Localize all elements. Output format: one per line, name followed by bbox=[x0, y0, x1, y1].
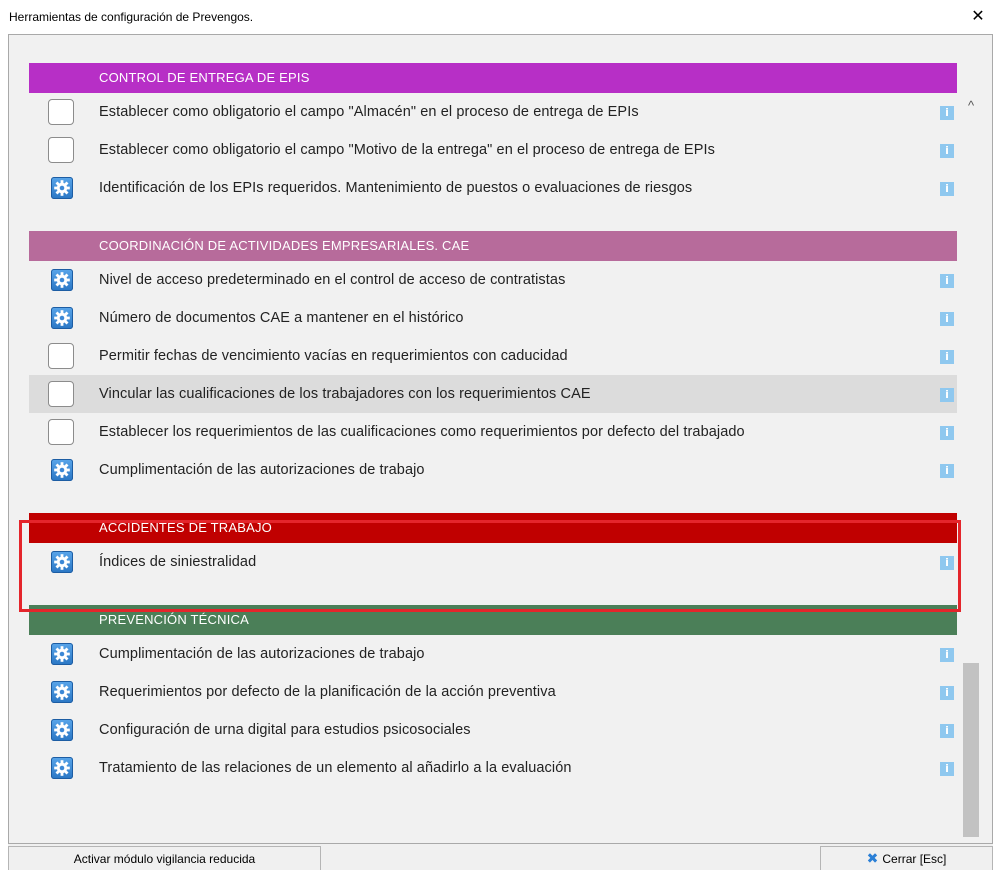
scroll-up-icon[interactable]: ^ bbox=[960, 95, 982, 117]
option-label: Índices de siniestralidad bbox=[99, 554, 257, 570]
close-icon[interactable]: ✕ bbox=[966, 6, 990, 28]
info-icon[interactable]: i bbox=[940, 762, 954, 776]
option-label: Establecer como obligatorio el campo "Al… bbox=[99, 104, 639, 120]
section: ACCIDENTES DE TRABAJO Índices de siniestr… bbox=[29, 513, 957, 581]
option-row[interactable]: Nivel de acceso predeterminado en el con… bbox=[29, 261, 957, 299]
gear-icon[interactable] bbox=[51, 269, 73, 291]
option-row[interactable]: Cumplimentación de las autorizaciones de… bbox=[29, 635, 957, 673]
info-icon[interactable]: i bbox=[940, 106, 954, 120]
option-row[interactable]: Cumplimentación de las autorizaciones de… bbox=[29, 451, 957, 489]
info-icon[interactable]: i bbox=[940, 312, 954, 326]
info-icon[interactable]: i bbox=[940, 350, 954, 364]
gear-icon[interactable] bbox=[51, 757, 73, 779]
info-icon[interactable]: i bbox=[940, 686, 954, 700]
info-icon[interactable]: i bbox=[940, 388, 954, 402]
option-row[interactable]: Establecer como obligatorio el campo "Al… bbox=[29, 93, 957, 131]
info-icon[interactable]: i bbox=[940, 144, 954, 158]
option-label: Vincular las cualificaciones de los trab… bbox=[99, 386, 591, 402]
option-label: Tratamiento de las relaciones de un elem… bbox=[99, 760, 572, 776]
cerrar-button[interactable]: ✖ Cerrar [Esc] bbox=[820, 846, 993, 870]
option-label: Identificación de los EPIs requeridos. M… bbox=[99, 180, 693, 196]
option-row[interactable]: Permitir fechas de vencimiento vacías en… bbox=[29, 337, 957, 375]
gear-icon[interactable] bbox=[51, 681, 73, 703]
option-label: Configuración de urna digital para estud… bbox=[99, 722, 471, 738]
section-header: ACCIDENTES DE TRABAJO bbox=[29, 513, 957, 543]
option-label: Establecer los requerimientos de las cua… bbox=[99, 424, 745, 440]
option-label: Establecer como obligatorio el campo "Mo… bbox=[99, 142, 715, 158]
option-row[interactable]: Vincular las cualificaciones de los trab… bbox=[29, 375, 957, 413]
scrollbar[interactable]: ^ v bbox=[960, 95, 982, 843]
gear-icon[interactable] bbox=[51, 643, 73, 665]
option-label: Requerimientos por defecto de la planifi… bbox=[99, 684, 556, 700]
info-icon[interactable]: i bbox=[940, 464, 954, 478]
option-label: Permitir fechas de vencimiento vacías en… bbox=[99, 348, 568, 364]
option-checkbox[interactable] bbox=[48, 343, 74, 369]
option-row[interactable]: Establecer como obligatorio el campo "Mo… bbox=[29, 131, 957, 169]
config-panel: CONTROL DE ENTREGA DE EPIS Establecer com… bbox=[8, 34, 993, 844]
option-row[interactable]: Configuración de urna digital para estud… bbox=[29, 711, 957, 749]
gear-icon[interactable] bbox=[51, 177, 73, 199]
gear-icon[interactable] bbox=[51, 551, 73, 573]
status-bar: Activar módulo vigilancia reducida ✖ Cerr… bbox=[8, 844, 993, 870]
info-icon[interactable]: i bbox=[940, 274, 954, 288]
info-icon[interactable]: i bbox=[940, 182, 954, 196]
section: PREVENCIÓN TÉCNICA Cumplimentación de las… bbox=[29, 605, 957, 787]
option-checkbox[interactable] bbox=[48, 381, 74, 407]
section: COORDINACIÓN DE ACTIVIDADES EMPRESARIALE… bbox=[29, 231, 957, 489]
option-row[interactable]: Tratamiento de las relaciones de un elem… bbox=[29, 749, 957, 787]
option-row[interactable]: Establecer los requerimientos de las cua… bbox=[29, 413, 957, 451]
info-icon[interactable]: i bbox=[940, 648, 954, 662]
section-header: CONTROL DE ENTREGA DE EPIS bbox=[29, 63, 957, 93]
option-row[interactable]: Número de documentos CAE a mantener en e… bbox=[29, 299, 957, 337]
option-label: Cumplimentación de las autorizaciones de… bbox=[99, 462, 425, 478]
close-x-icon: ✖ bbox=[866, 851, 879, 867]
info-icon[interactable]: i bbox=[940, 426, 954, 440]
option-label: Cumplimentación de las autorizaciones de… bbox=[99, 646, 425, 662]
gear-icon[interactable] bbox=[51, 307, 73, 329]
gear-icon[interactable] bbox=[51, 459, 73, 481]
section-header: PREVENCIÓN TÉCNICA bbox=[29, 605, 957, 635]
info-icon[interactable]: i bbox=[940, 556, 954, 570]
option-checkbox[interactable] bbox=[48, 137, 74, 163]
option-checkbox[interactable] bbox=[48, 419, 74, 445]
info-icon[interactable]: i bbox=[940, 724, 954, 738]
option-row[interactable]: Requerimientos por defecto de la planifi… bbox=[29, 673, 957, 711]
activar-vigilancia-button[interactable]: Activar módulo vigilancia reducida bbox=[8, 846, 321, 870]
section-header: COORDINACIÓN DE ACTIVIDADES EMPRESARIALE… bbox=[29, 231, 957, 261]
option-row[interactable]: Índices de siniestralidad i bbox=[29, 543, 957, 581]
option-label: Nivel de acceso predeterminado en el con… bbox=[99, 272, 566, 288]
title-bar: Herramientas de configuración de Preveng… bbox=[0, 0, 994, 34]
gear-icon[interactable] bbox=[51, 719, 73, 741]
option-checkbox[interactable] bbox=[48, 99, 74, 125]
option-row[interactable]: Identificación de los EPIs requeridos. M… bbox=[29, 169, 957, 207]
cerrar-label: Cerrar [Esc] bbox=[882, 852, 947, 866]
window-title: Herramientas de configuración de Preveng… bbox=[9, 10, 254, 24]
option-label: Número de documentos CAE a mantener en e… bbox=[99, 310, 464, 326]
sections-list: CONTROL DE ENTREGA DE EPIS Establecer com… bbox=[29, 63, 957, 811]
section: CONTROL DE ENTREGA DE EPIS Establecer com… bbox=[29, 63, 957, 207]
scroll-thumb[interactable] bbox=[963, 663, 979, 837]
